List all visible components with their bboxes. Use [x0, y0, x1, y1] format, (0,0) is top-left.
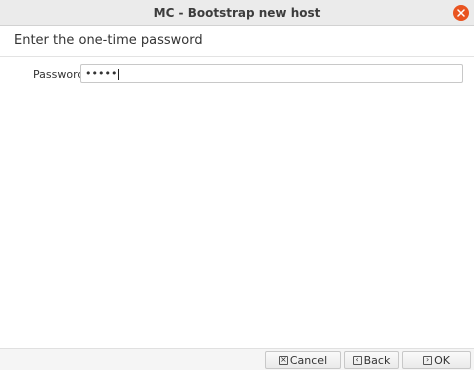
close-button[interactable] [448, 0, 474, 26]
password-input[interactable]: ••••• [80, 64, 463, 83]
page-title: Enter the one-time password [14, 33, 203, 48]
back-button-label: Back [363, 353, 391, 367]
cancel-button-label: Cancel [289, 353, 328, 367]
chevron-right-box-icon: › [423, 355, 433, 365]
password-form: Password ••••• [0, 57, 474, 350]
text-caret [118, 68, 120, 80]
back-button[interactable]: ‹ Back [344, 351, 399, 369]
cancel-button[interactable]: × Cancel [265, 351, 341, 369]
close-icon[interactable] [453, 5, 469, 21]
password-label: Password [33, 68, 85, 81]
ok-button-label: OK [434, 353, 450, 367]
window-title: MC - Bootstrap new host [153, 6, 321, 20]
button-bar: × Cancel ‹ Back › OK [0, 348, 474, 370]
password-value: ••••• [85, 67, 118, 80]
ok-button[interactable]: › OK [402, 351, 471, 369]
chevron-left-box-icon: ‹ [352, 355, 362, 365]
title-bar: MC - Bootstrap new host [0, 0, 474, 26]
dialog-header: Enter the one-time password [0, 26, 474, 57]
x-box-icon: × [278, 355, 288, 365]
